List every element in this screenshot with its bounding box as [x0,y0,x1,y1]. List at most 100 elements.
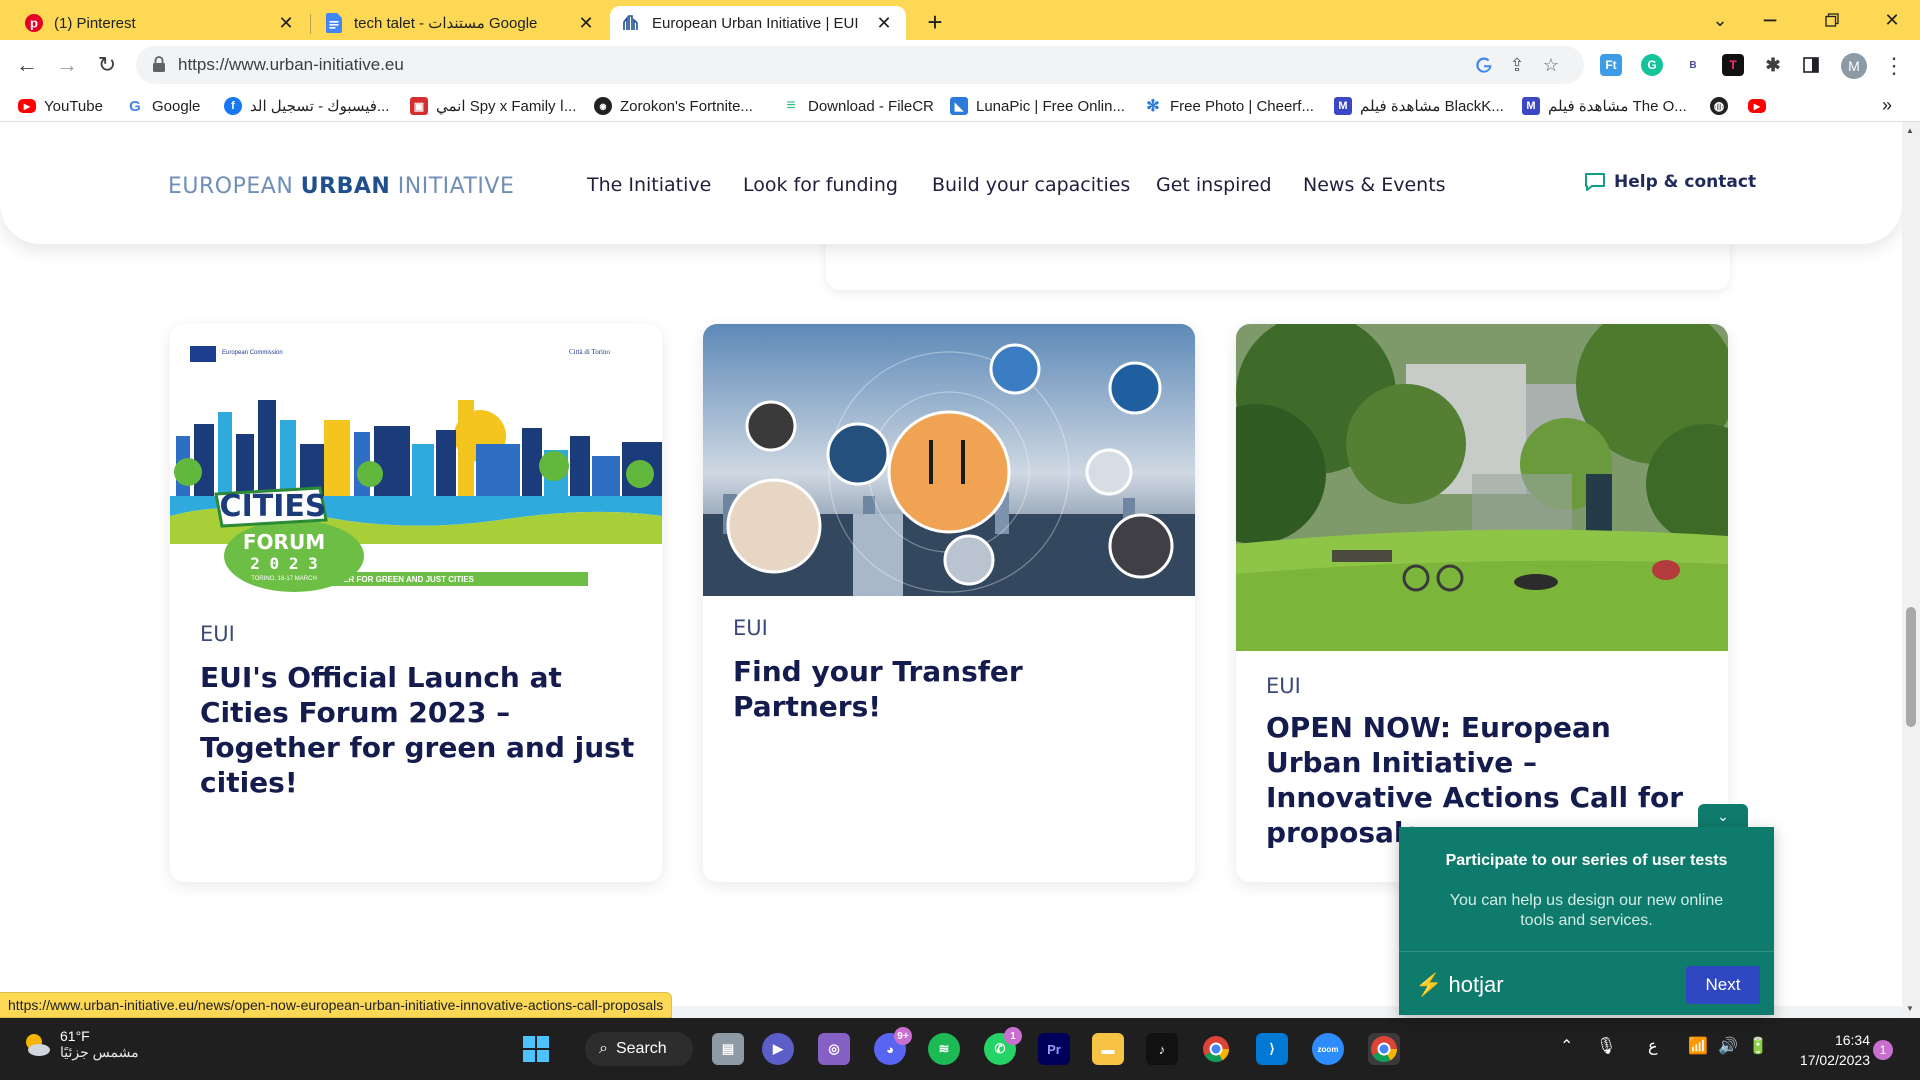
news-card-innovative-actions[interactable]: EUI OPEN NOW: European Urban Initiative … [1236,324,1728,882]
cities-forum-image: European Commission Città di Torino TOGE… [170,324,662,596]
new-tab-button[interactable]: + [921,7,949,37]
hotjar-next-button[interactable]: Next [1686,966,1760,1004]
youtube-icon: ▶ [1748,99,1766,113]
weather-widget[interactable]: 61°F مشمس جزئيًا [22,1028,139,1061]
extensions-puzzle-icon[interactable]: ✱ [1762,54,1784,76]
forward-button[interactable]: → [52,50,82,80]
close-window-icon[interactable]: ✕ [1862,0,1920,40]
share-icon[interactable]: ⇪ [1506,54,1528,76]
close-tab-icon[interactable]: ✕ [874,13,894,33]
ft-extension-icon[interactable]: Ft [1600,54,1622,76]
tray-overflow-icon[interactable]: ⌃ [1560,1036,1573,1056]
profile-avatar[interactable]: M [1841,53,1867,79]
close-tab-icon[interactable]: ✕ [276,13,296,33]
windows-taskbar: 61°F مشمس جزئيًا ⌕ Search ▤ ▶ ◎ ◕ 9+ ≋ ✆ 1 … [0,1018,1920,1080]
bookmarks-bar: ▶ YouTube G Google f فيسبوك - تسجيل الد.… [0,90,1920,122]
microphone-icon[interactable]: 🎙 [1596,1036,1616,1056]
bookmark-lunapic[interactable]: ◣ LunaPic | Free Onlin... [950,95,1125,117]
card-category: EUI [1266,674,1301,698]
teams-chat-icon[interactable]: ▶ [762,1033,794,1065]
zoom-icon[interactable]: zoom [1312,1033,1344,1065]
vscode-icon[interactable]: ⟩ [1256,1033,1288,1065]
grammarly-icon[interactable]: G [1641,54,1663,76]
discord-icon[interactable]: ◕ 9+ [874,1027,912,1065]
wifi-icon[interactable]: 📶 [1688,1036,1708,1056]
bookmark-google[interactable]: G Google [126,95,200,117]
page-scrollbar[interactable]: ▲ ▼ [1902,122,1920,1018]
photos-app-icon[interactable]: ◎ [818,1033,850,1065]
bookmark-spy-family[interactable]: ▣ انمي Spy x Family ا... [410,95,576,117]
bookmark-cheerful-photo[interactable]: ✻ Free Photo | Cheerf... [1144,95,1314,117]
side-panel-icon[interactable] [1800,54,1822,76]
hotjar-collapse-button[interactable]: ⌄ [1698,804,1748,828]
reload-button[interactable]: ↻ [92,50,122,80]
close-tab-icon[interactable]: ✕ [576,13,596,33]
freepik-icon: ✻ [1146,98,1160,115]
t-extension-icon[interactable]: T [1722,54,1744,76]
b-extension-icon[interactable]: B [1682,54,1704,76]
scrollbar-thumb[interactable] [1906,607,1916,727]
nav-build-your-capacities[interactable]: Build your capacities [932,174,1130,196]
browser-toolbar: ← → ↻ https://www.urban-initiative.eu ⇪ … [0,40,1920,90]
address-bar[interactable]: https://www.urban-initiative.eu ⇪ ☆ [136,46,1584,84]
premiere-pro-icon[interactable]: Pr [1038,1033,1070,1065]
tab-pinterest[interactable]: p (1) Pinterest ✕ [12,6,308,40]
help-contact-link[interactable]: Help & contact [1584,172,1756,192]
news-card-transfer-partners[interactable]: EUI Find your Transfer Partners! [703,324,1195,882]
nav-news-events[interactable]: News & Events [1303,174,1446,196]
back-button[interactable]: ← [12,50,42,80]
logo-part: URBAN [300,174,391,199]
taskbar-search[interactable]: ⌕ Search [585,1032,693,1066]
volume-icon[interactable]: 🔊 [1718,1036,1738,1056]
pinterest-icon: p [24,13,44,33]
system-clock[interactable]: 16:34 17/02/2023 [1790,1030,1870,1070]
windows-start-icon[interactable] [520,1033,552,1065]
tab-title: (1) Pinterest [54,14,136,32]
bookmark-the-o[interactable]: M مشاهدة فيلم The O... [1522,95,1687,117]
minimize-icon[interactable]: − [1740,0,1800,40]
bookmark-label: Download - FileCR [808,97,934,115]
file-explorer-icon[interactable]: ▬ [1092,1033,1124,1065]
bookmark-youtube[interactable]: ▶ YouTube [18,95,103,117]
eui-favicon-icon [622,13,642,33]
card-category: EUI [200,622,235,646]
svg-text:2 0 2 3: 2 0 2 3 [250,554,317,573]
chat-bubble-icon [1585,173,1605,191]
tab-european-urban-initiative[interactable]: European Urban Initiative | EUI ✕ [610,6,906,40]
bookmark-youtube-2[interactable]: ▶ [1748,95,1774,117]
nav-the-initiative[interactable]: The Initiative [587,174,711,196]
chrome-menu-icon[interactable]: ⋮ [1883,52,1905,80]
lunapic-icon: ◣ [950,97,968,115]
svg-text:Città di Torino: Città di Torino [569,348,610,356]
nav-get-inspired[interactable]: Get inspired [1156,174,1272,196]
nav-look-for-funding[interactable]: Look for funding [743,174,898,196]
chrome-icon[interactable] [1200,1033,1232,1065]
bookmark-facebook[interactable]: f فيسبوك - تسجيل الد... [224,95,389,117]
whatsapp-icon[interactable]: ✆ 1 [984,1027,1022,1065]
spotify-icon[interactable]: ≋ [928,1033,960,1065]
chrome-profile-icon[interactable] [1368,1033,1400,1065]
scroll-down-icon[interactable]: ▼ [1906,1004,1914,1013]
eui-logo[interactable]: EUROPEAN URBAN INITIATIVE [168,174,514,199]
bookmark-star-icon[interactable]: ☆ [1540,54,1562,76]
bookmark-zorokon[interactable]: ◉ Zorokon's Fortnite... [594,95,753,117]
bookmarks-overflow-icon[interactable]: » [1882,95,1892,116]
restore-icon[interactable] [1802,0,1862,40]
google-docs-icon [324,13,344,33]
bookmark-filecr[interactable]: ≡ Download - FileCR [782,95,934,117]
battery-icon[interactable]: 🔋 [1748,1036,1768,1056]
bookmark-globe[interactable]: ◍ [1710,95,1736,117]
tiktok-icon[interactable]: ♪ [1146,1033,1178,1065]
bookmark-blackk[interactable]: M مشاهدة فيلم BlackK... [1334,95,1504,117]
notification-center-badge[interactable]: 1 [1873,1040,1893,1060]
keyboard-language[interactable]: ع [1648,1036,1658,1056]
news-card-cities-forum[interactable]: European Commission Città di Torino TOGE… [170,324,662,882]
weather-temp: 61°F [60,1028,90,1044]
task-view-icon[interactable]: ▤ [712,1033,744,1065]
card-title[interactable]: Find your Transfer Partners! [733,654,1173,724]
google-lens-icon[interactable] [1473,54,1495,76]
tab-google-docs[interactable]: tech talet - مستندات Google ✕ [312,6,608,40]
scroll-up-icon[interactable]: ▲ [1906,126,1914,135]
card-title[interactable]: EUI's Official Launch at Cities Forum 20… [200,660,640,800]
logo-part: INITIATIVE [390,174,515,199]
